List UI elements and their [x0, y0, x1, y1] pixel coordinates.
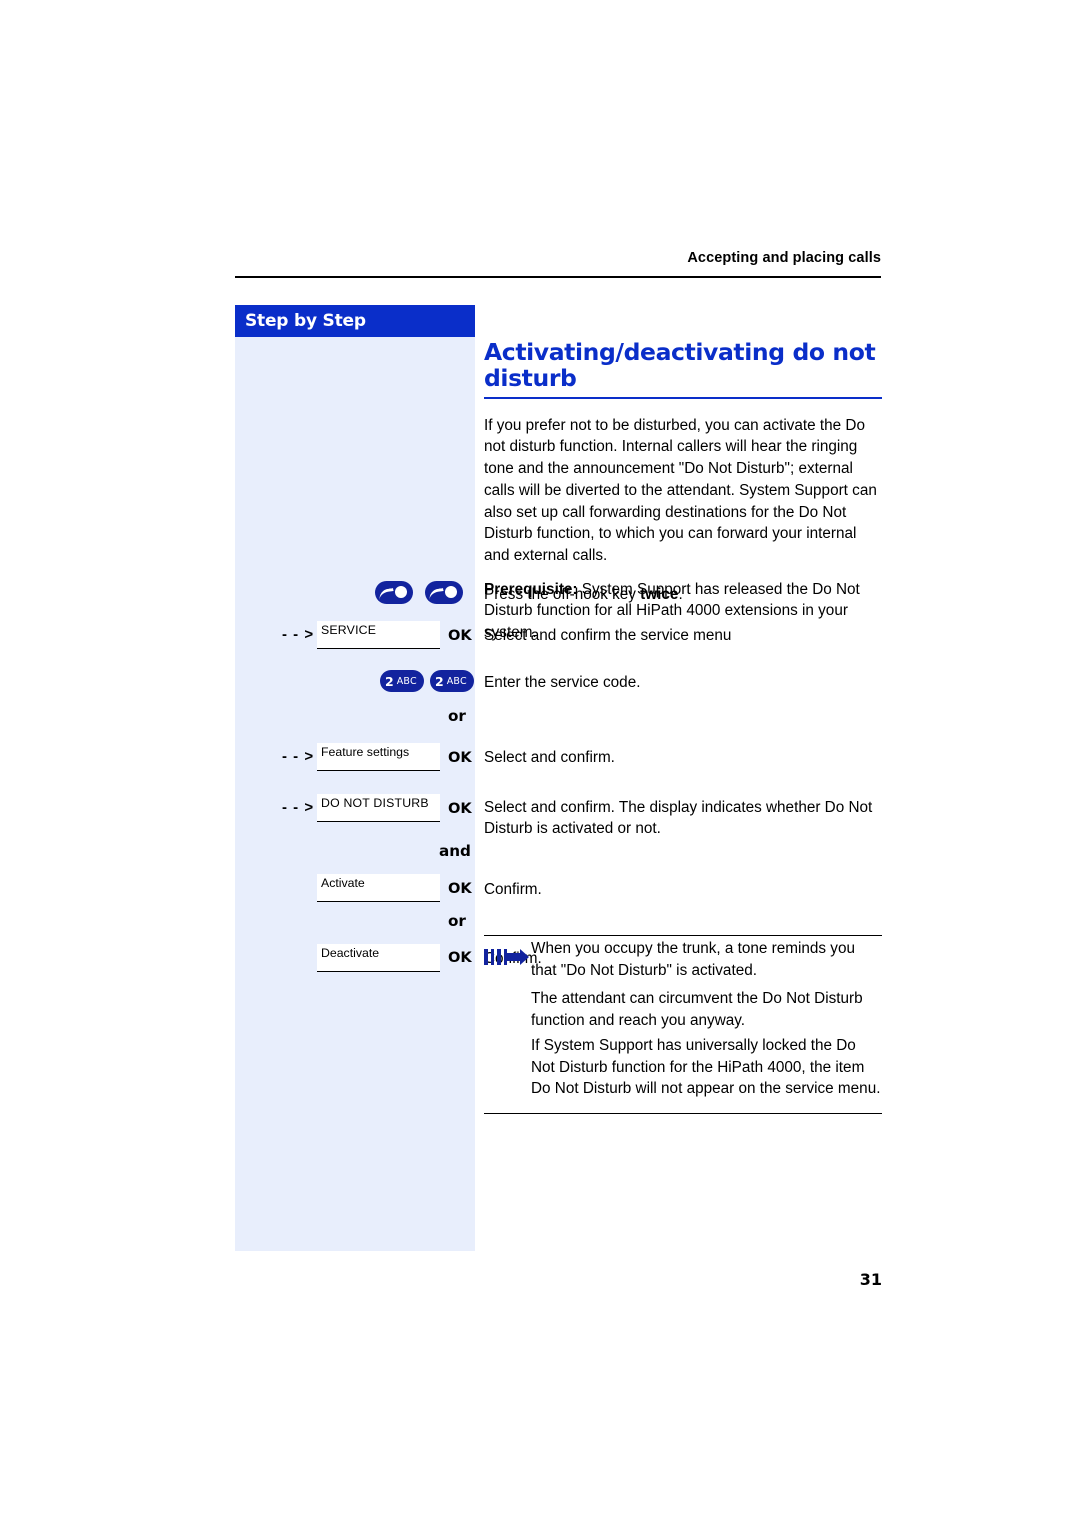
- ok-key[interactable]: OK: [448, 627, 472, 644]
- dial-key-2[interactable]: 2 ABC: [430, 670, 474, 692]
- ok-key[interactable]: OK: [448, 949, 472, 966]
- or-label: or: [448, 912, 466, 930]
- and-label: and: [439, 842, 471, 860]
- note-rule-top: [484, 935, 882, 937]
- running-head: Accepting and placing calls: [687, 250, 881, 266]
- ok-key[interactable]: OK: [448, 749, 472, 766]
- dashed-arrow-icon: - - >: [282, 799, 315, 816]
- note-text: The attendant can circumvent the Do Not …: [531, 990, 863, 1029]
- dial-key-letters: ABC: [446, 675, 467, 687]
- display-field-label: Activate: [321, 876, 365, 890]
- note-rule-bottom: [484, 1113, 882, 1115]
- dashed-arrow-icon: - - >: [282, 748, 315, 765]
- step-key-area: and: [235, 839, 475, 869]
- step-row: or: [235, 705, 885, 735]
- note-text: When you occupy the trunk, a tone remind…: [531, 940, 855, 979]
- off-hook-key-icon[interactable]: [375, 581, 413, 604]
- step-key-area: - - > SERVICE OK: [235, 617, 475, 661]
- ok-key[interactable]: OK: [448, 880, 472, 897]
- document-page: Accepting and placing calls Step by Step…: [0, 0, 1080, 1528]
- dial-key-number: 2: [435, 673, 444, 689]
- title-rule: [484, 396, 882, 399]
- step-key-area: or: [235, 912, 475, 941]
- step-text-plain: Press the off-hook key: [484, 586, 641, 603]
- step-key-area: - - > DO NOT DISTURB OK: [235, 785, 475, 839]
- step-row: 2 ABC 2 ABC Enter the service code.: [235, 661, 885, 705]
- step-key-area: - - > Feature settings OK: [235, 735, 475, 785]
- step-key-area: Deactivate OK: [235, 941, 475, 987]
- step-text: Enter the service code.: [484, 674, 641, 691]
- display-field-label: Feature settings: [321, 745, 410, 759]
- dial-key-letters: ABC: [396, 675, 417, 687]
- step-text-tail: .: [678, 586, 683, 603]
- display-field[interactable]: Deactivate: [317, 944, 440, 972]
- step-list: Press the off-hook key twice. - - > SERV…: [235, 575, 885, 987]
- dashed-arrow-icon: - - >: [282, 626, 315, 643]
- display-field-label: SERVICE: [321, 623, 377, 637]
- step-key-area: [235, 575, 475, 617]
- step-row: - - > Feature settings OK Select and con…: [235, 735, 885, 785]
- step-key-area: or: [235, 705, 475, 735]
- step-row: - - > DO NOT DISTURB OK Select and confi…: [235, 785, 885, 839]
- intro-paragraph: If you prefer not to be disturbed, you c…: [484, 416, 877, 564]
- dial-key-2[interactable]: 2 ABC: [380, 670, 424, 692]
- step-text: Confirm.: [484, 881, 542, 898]
- header-rule: [235, 276, 881, 278]
- step-by-step-header: Step by Step: [235, 305, 475, 337]
- ok-key[interactable]: OK: [448, 800, 472, 817]
- step-row: Activate OK Confirm.: [235, 869, 885, 915]
- step-text-emph: twice: [640, 586, 679, 603]
- step-key-area: Activate OK: [235, 869, 475, 915]
- step-text: Select and confirm. The display indicate…: [484, 799, 873, 837]
- step-text: Select and confirm the service menu: [484, 627, 732, 644]
- note-pointer-icon: [484, 948, 529, 968]
- step-row: Press the off-hook key twice.: [235, 575, 885, 617]
- step-text: Select and confirm.: [484, 749, 615, 766]
- step-row: and: [235, 839, 885, 869]
- page-number: 31: [859, 1270, 882, 1289]
- display-field[interactable]: Activate: [317, 874, 440, 902]
- dial-key-number: 2: [385, 673, 394, 689]
- page-title: Activating/deactivating do not disturb: [484, 338, 876, 392]
- step-text: Press the off-hook key twice.: [484, 585, 884, 606]
- display-field[interactable]: Feature settings: [317, 743, 440, 771]
- step-by-step-title: Step by Step: [245, 311, 366, 331]
- note-text: If System Support has universally locked…: [531, 1037, 881, 1098]
- display-field[interactable]: DO NOT DISTURB: [317, 794, 440, 822]
- display-field[interactable]: SERVICE: [317, 621, 440, 649]
- or-label: or: [448, 707, 466, 725]
- off-hook-key-icon[interactable]: [425, 581, 463, 604]
- display-field-label: DO NOT DISTURB: [321, 796, 429, 810]
- step-key-area: 2 ABC 2 ABC: [235, 661, 475, 705]
- display-field-label: Deactivate: [321, 946, 380, 960]
- step-row: - - > SERVICE OK Select and confirm the …: [235, 617, 885, 661]
